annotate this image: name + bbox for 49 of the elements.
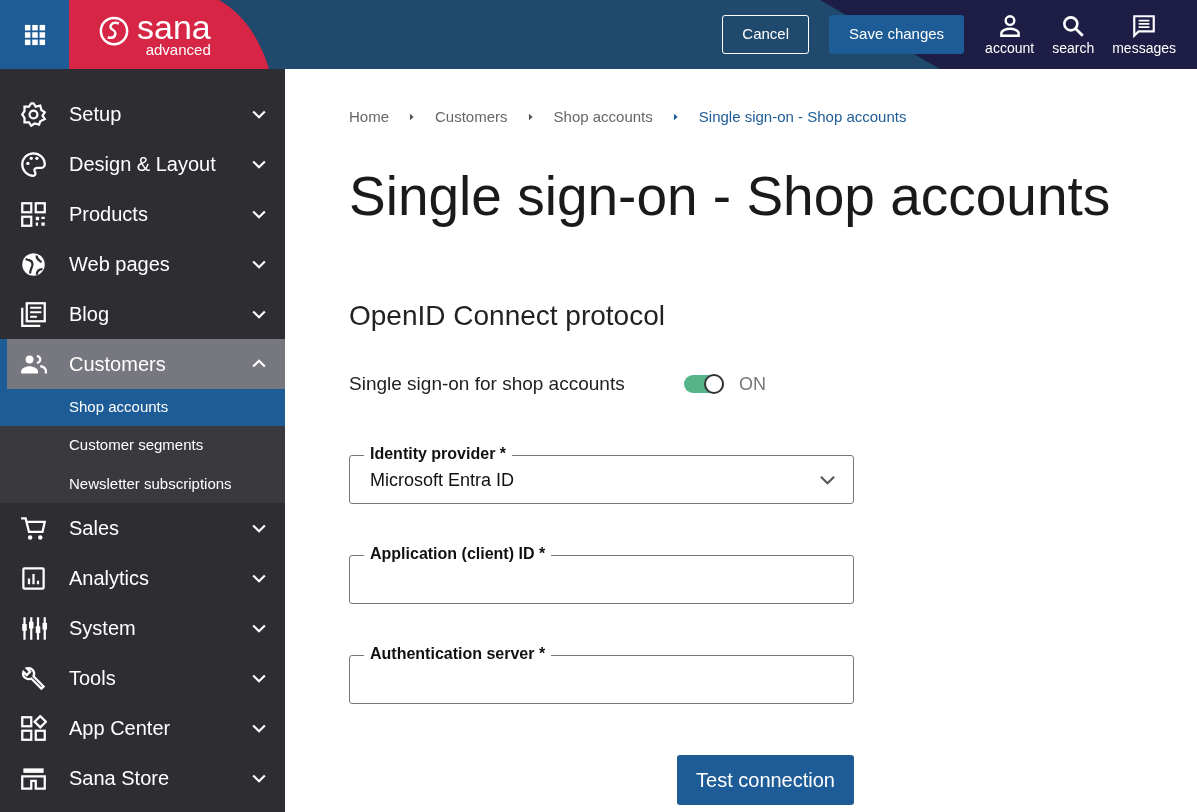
field-label: Application (client) ID * (364, 544, 552, 564)
app-menu-button[interactable] (0, 0, 69, 69)
header-action-button[interactable]: account (976, 0, 1044, 69)
palette-icon (20, 150, 47, 178)
sidebar-item[interactable]: Web pages (0, 239, 285, 289)
breadcrumb-current[interactable]: Single sign-on - Shop accounts (698, 105, 907, 129)
toggle-label: Single sign-on for shop accounts (349, 371, 626, 396)
grid-icon (23, 23, 46, 46)
toggle-switch[interactable] (684, 375, 724, 393)
save-button[interactable]: Save changes (829, 15, 965, 54)
sidebar-item[interactable]: Design & Layout (0, 139, 285, 189)
logo-icon (99, 16, 129, 46)
page-title: Single sign-on - Shop accounts (349, 165, 1112, 227)
cancel-button[interactable]: Cancel (722, 15, 810, 54)
bar-chart-icon (20, 564, 47, 592)
apps-icon (20, 714, 47, 742)
sidebar-item[interactable]: Setup (0, 89, 285, 139)
chevron-down-icon (820, 474, 835, 485)
section-title: OpenID Connect protocol (349, 299, 666, 333)
gear-icon (20, 100, 47, 128)
header-action-button[interactable]: search (1043, 0, 1104, 69)
sidebar-item[interactable]: Sales (0, 503, 285, 553)
cart-icon (20, 514, 47, 542)
sidebar-item[interactable]: Sana Store (0, 753, 285, 803)
submenu-item[interactable]: Shop accounts (0, 389, 285, 426)
breadcrumb-link[interactable]: Customers (435, 105, 508, 129)
wrench-icon (20, 664, 47, 692)
breadcrumb-link[interactable]: Shop accounts (553, 105, 653, 129)
logo-subtitle: advanced (145, 42, 211, 58)
sliders-icon (20, 614, 47, 642)
sidebar-item[interactable]: System (0, 603, 285, 653)
logo-text: sana (137, 12, 211, 42)
qr-code-icon (20, 200, 47, 228)
test-connection-button[interactable]: Test connection (677, 755, 854, 805)
field-label: Identity provider * (364, 444, 513, 464)
sidebar-item[interactable]: App Center (0, 703, 285, 753)
sidebar-item[interactable]: Products (0, 189, 285, 239)
submenu-item[interactable]: Newsletter subscriptions (0, 464, 285, 503)
breadcrumb-link[interactable]: Home (349, 105, 389, 129)
sidebar-item[interactable]: Analytics (0, 553, 285, 603)
submenu-item[interactable]: Customer segments (0, 426, 285, 465)
sidebar-item[interactable]: Customers (0, 339, 285, 389)
sidebar-item[interactable]: Blog (0, 289, 285, 339)
globe-icon (20, 250, 47, 278)
message-icon (1131, 12, 1158, 39)
newspaper-icon (20, 300, 47, 328)
header-action-button[interactable]: messages (1103, 0, 1185, 69)
sidebar-item[interactable]: Tools (0, 653, 285, 703)
toggle-state: ON (739, 372, 766, 396)
